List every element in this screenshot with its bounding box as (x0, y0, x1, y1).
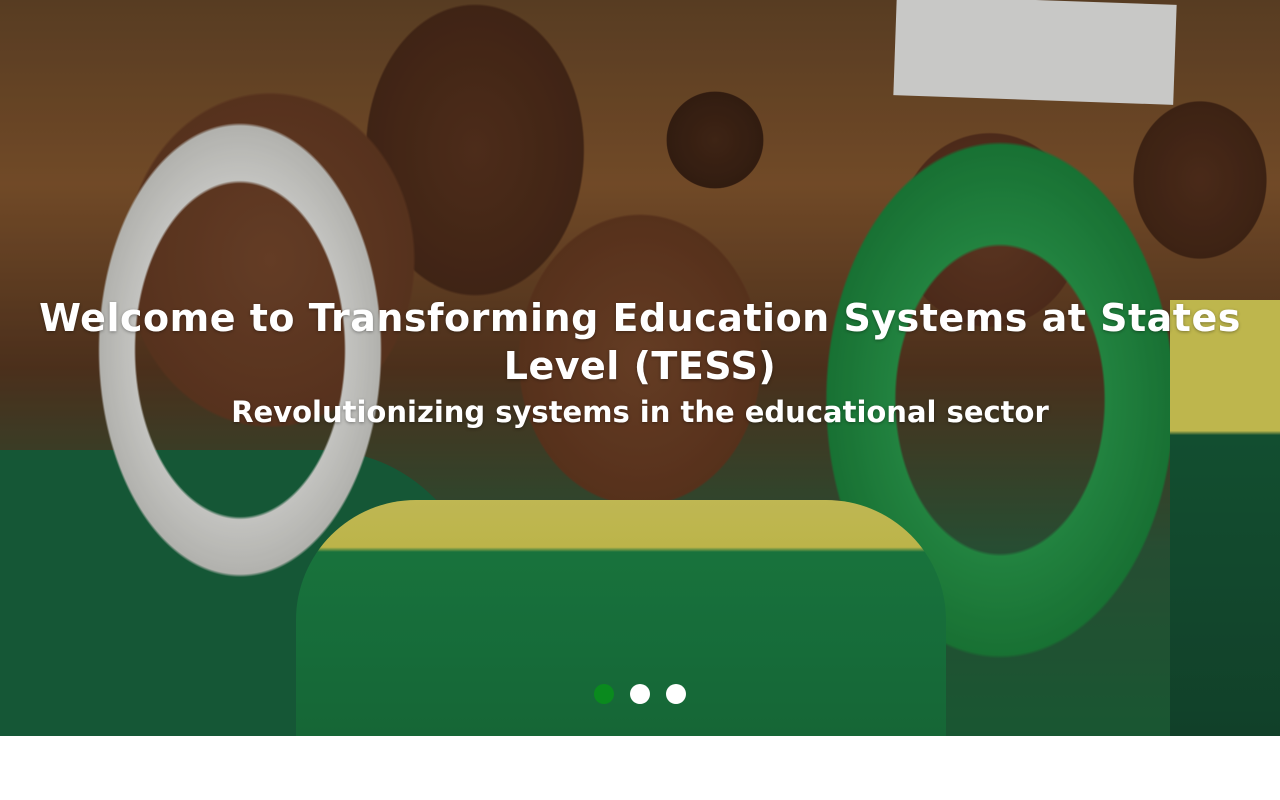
carousel-dot-2[interactable] (630, 684, 650, 704)
page: Welcome to Transforming Education System… (0, 0, 1280, 800)
hero-title: Welcome to Transforming Education System… (39, 296, 1241, 388)
carousel-indicators (0, 684, 1280, 704)
hero-subtitle: Revolutionizing systems in the education… (231, 395, 1049, 429)
hero-carousel: Welcome to Transforming Education System… (0, 0, 1280, 736)
hero-caption: Welcome to Transforming Education System… (0, 294, 1280, 432)
carousel-dot-1[interactable] (594, 684, 614, 704)
carousel-dot-3[interactable] (666, 684, 686, 704)
